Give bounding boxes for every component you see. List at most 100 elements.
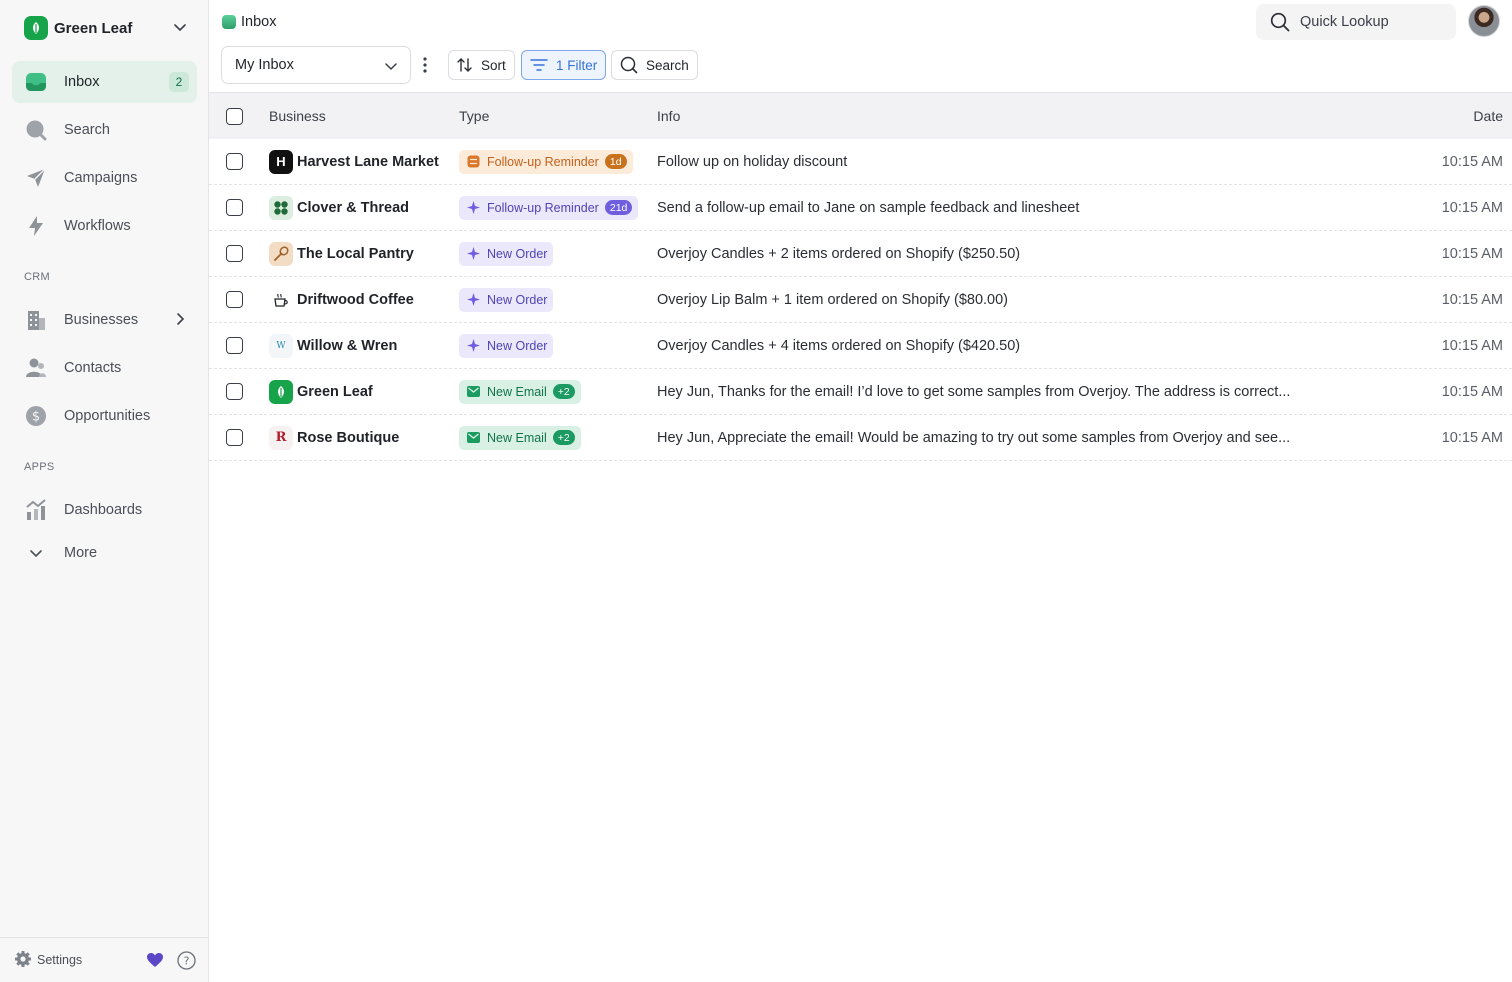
type-label: New Email (487, 384, 547, 399)
sidebar-item-label: More (64, 545, 98, 561)
type-cell: New Email +2 (459, 379, 581, 404)
select-all-checkbox[interactable] (226, 107, 243, 125)
search-button[interactable]: Search (611, 50, 698, 80)
row-checkbox[interactable] (226, 429, 243, 446)
table-row[interactable]: H Harvest Lane Market Follow-up Reminder… (209, 139, 1512, 185)
sidebar-item-dashboards[interactable]: Dashboards (12, 489, 197, 531)
table-row[interactable]: R Rose Boutique New Email +2 Hey Jun, Ap… (209, 415, 1512, 461)
column-header-type[interactable]: Type (459, 108, 489, 124)
sidebar-item-workflows[interactable]: Workflows (12, 205, 197, 247)
business-cell: W Willow & Wren (269, 333, 397, 358)
row-checkbox[interactable] (226, 383, 243, 400)
business-name[interactable]: The Local Pantry (297, 246, 414, 262)
sidebar-item-campaigns[interactable]: Campaigns (12, 157, 197, 199)
sidebar-item-contacts[interactable]: Contacts (12, 347, 197, 389)
type-label: New Order (487, 292, 548, 307)
business-logo: R (269, 425, 293, 450)
table-row[interactable]: Clover & Thread Follow-up Reminder 21d S… (209, 185, 1512, 231)
search-label: Search (646, 57, 689, 73)
date-text: 10:15 AM (1441, 153, 1503, 170)
column-header-info[interactable]: Info (657, 108, 680, 124)
business-cell: Driftwood Coffee (269, 287, 414, 312)
settings-link[interactable]: Settings (37, 953, 82, 967)
main-content: Inbox Quick Lookup My Inbox Sort 1 Filte… (209, 0, 1512, 982)
row-checkbox[interactable] (226, 153, 243, 170)
table-row[interactable]: Green Leaf New Email +2 Hey Jun, Thanks … (209, 369, 1512, 415)
date-text: 10:15 AM (1441, 429, 1503, 446)
more-options-icon[interactable] (422, 56, 428, 77)
sort-label: Sort (481, 57, 506, 73)
info-text: Overjoy Candles + 4 items ordered on Sho… (657, 337, 1021, 354)
filter-button[interactable]: 1 Filter (521, 50, 607, 80)
business-name[interactable]: Clover & Thread (297, 200, 409, 216)
business-logo: W (269, 333, 293, 358)
type-cell: New Email +2 (459, 425, 581, 450)
column-header-date[interactable]: Date (1473, 108, 1503, 124)
coffee-cup-logo-icon (269, 287, 293, 312)
type-count: +2 (552, 384, 575, 399)
contacts-icon (24, 356, 48, 380)
business-name[interactable]: Rose Boutique (297, 430, 399, 446)
sidebar-item-label: Workflows (64, 218, 131, 234)
chevron-right-icon (173, 312, 187, 330)
quick-lookup-button[interactable]: Quick Lookup (1256, 4, 1456, 40)
sidebar-item-search[interactable]: Search (12, 109, 197, 151)
building-icon (24, 308, 48, 332)
heart-icon[interactable] (146, 951, 164, 972)
column-header-business[interactable]: Business (269, 108, 326, 124)
business-name[interactable]: Green Leaf (297, 384, 373, 400)
business-cell: R Rose Boutique (269, 425, 399, 450)
paper-plane-icon (24, 166, 48, 190)
info-text: Hey Jun, Thanks for the email! I’d love … (657, 383, 1291, 400)
sidebar-item-label: Search (64, 122, 110, 138)
sidebar-item-label: Inbox (64, 74, 100, 90)
sidebar-item-label: Campaigns (64, 170, 138, 186)
sparkle-icon (467, 293, 480, 306)
lightning-icon (24, 214, 48, 238)
sort-arrows-icon (457, 58, 472, 72)
envelope-icon (467, 432, 480, 443)
type-badge: New Email +2 (459, 425, 581, 450)
row-checkbox[interactable] (226, 199, 243, 216)
sidebar-item-more[interactable]: More (12, 532, 197, 574)
help-icon[interactable]: ? (177, 951, 196, 973)
clover-logo-icon (269, 195, 293, 220)
business-name[interactable]: Driftwood Coffee (297, 292, 414, 308)
sidebar-item-opportunities[interactable]: $ Opportunities (12, 395, 197, 437)
org-switcher[interactable]: Green Leaf (12, 10, 197, 46)
table-row[interactable]: Driftwood Coffee New Order Overjoy Lip B… (209, 277, 1512, 323)
section-label-crm: CRM (24, 271, 50, 283)
org-name: Green Leaf (54, 19, 133, 37)
sparkle-icon (467, 201, 480, 214)
search-icon (24, 118, 48, 142)
inbox-view-select[interactable]: My Inbox (221, 46, 411, 84)
row-checkbox[interactable] (226, 337, 243, 354)
business-name[interactable]: Willow & Wren (297, 338, 397, 354)
business-cell: H Harvest Lane Market (269, 149, 439, 174)
sidebar-item-businesses[interactable]: Businesses (12, 299, 197, 341)
table-row[interactable]: W Willow & Wren New Order Overjoy Candle… (209, 323, 1512, 369)
search-icon (620, 56, 638, 74)
sort-button[interactable]: Sort (448, 50, 515, 80)
table-row[interactable]: The Local Pantry New Order Overjoy Candl… (209, 231, 1512, 277)
sparkle-icon (467, 339, 480, 352)
breadcrumb: Inbox (222, 14, 276, 30)
sidebar-footer: Settings ? (0, 937, 208, 982)
inbox-icon (222, 15, 236, 29)
green-leaf-logo-icon (269, 379, 293, 404)
sidebar-item-inbox[interactable]: Inbox 2 (12, 61, 197, 103)
row-checkbox[interactable] (226, 245, 243, 262)
business-name[interactable]: Harvest Lane Market (297, 154, 439, 170)
gear-icon[interactable] (14, 950, 32, 971)
row-checkbox[interactable] (226, 291, 243, 308)
info-text: Send a follow-up email to Jane on sample… (657, 199, 1080, 216)
type-count: 1d (604, 154, 627, 169)
user-avatar[interactable] (1468, 5, 1500, 37)
type-label: Follow-up Reminder (487, 154, 599, 169)
type-badge: New Order (459, 333, 554, 358)
type-cell: New Order (459, 333, 554, 358)
dollar-coin-icon: $ (24, 404, 48, 428)
type-badge: New Order (459, 287, 554, 312)
chart-icon (24, 498, 48, 522)
breadcrumb-current: Inbox (241, 14, 277, 30)
